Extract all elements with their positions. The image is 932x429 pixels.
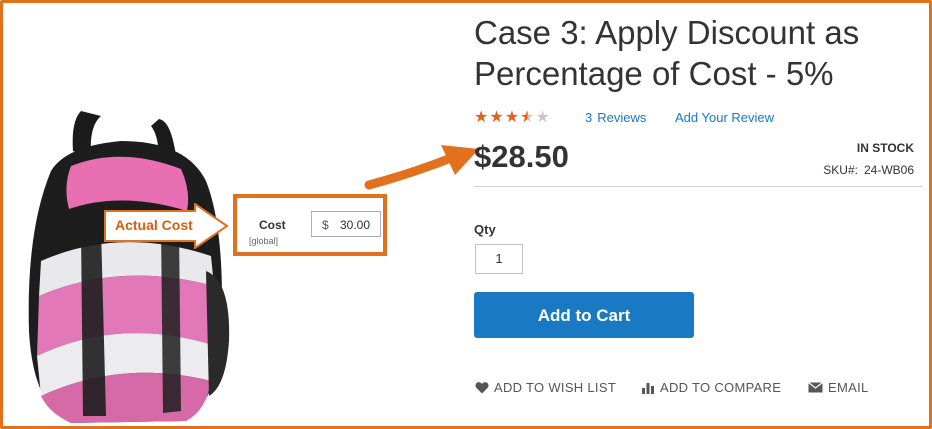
rating-stars: ★★★★★ [474,107,551,127]
page-title-line-2: Percentage of Cost - 5% [474,55,834,92]
divider [474,186,922,187]
reviews-count: 3 [585,110,593,125]
cost-scope-label: [global] [249,236,279,246]
product-image-backpack [11,111,241,426]
cost-label: Cost [259,218,286,232]
cost-currency-symbol: $ [322,218,329,232]
add-to-cart-button[interactable]: Add to Cart [474,292,694,338]
add-to-compare-link[interactable]: ADD TO COMPARE [641,380,781,395]
screenshot-frame: Actual Cost Cost [global] $ 30.00 Case 3… [0,0,932,429]
star-icon: ★ [489,109,505,126]
sku-value: 24-WB06 [863,163,914,177]
reviews-link[interactable]: 3 Reviews [585,110,646,125]
bar-chart-icon [642,383,654,394]
email-link[interactable]: EMAIL [808,380,869,395]
qty-input[interactable]: 1 [475,244,523,274]
half-star-icon: ★ [520,109,536,126]
add-review-link[interactable]: Add Your Review [675,110,774,125]
product-price: $28.50 [474,139,569,174]
add-to-wishlist-link[interactable]: ADD TO WISH LIST [475,380,616,395]
page-title: Case 3: Apply Discount as Percentage of … [474,12,914,94]
star-icon: ★ [504,109,521,126]
heart-icon [475,382,489,394]
sku-label: SKU#: [823,163,858,177]
empty-star-icon: ★ [535,109,551,126]
cost-attribute-box: Cost [global] $ 30.00 [233,194,387,256]
envelope-icon [808,382,823,393]
stock-status: IN STOCK [856,141,914,155]
cost-value: 30.00 [339,218,370,232]
email-label: EMAIL [828,380,869,395]
price-pointer-arrow [363,143,483,193]
qty-label: Qty [474,222,496,237]
sku: SKU#: 24-WB06 [823,163,914,177]
reviews-label: Reviews [597,110,647,125]
star-icon: ★ [474,109,490,126]
add-to-wishlist-label: ADD TO WISH LIST [494,380,617,395]
add-to-compare-label: ADD TO COMPARE [660,380,782,395]
actual-cost-label: Actual Cost [115,217,193,233]
cost-input[interactable]: $ 30.00 [311,211,381,237]
page-title-line-1: Case 3: Apply Discount as [474,14,860,51]
